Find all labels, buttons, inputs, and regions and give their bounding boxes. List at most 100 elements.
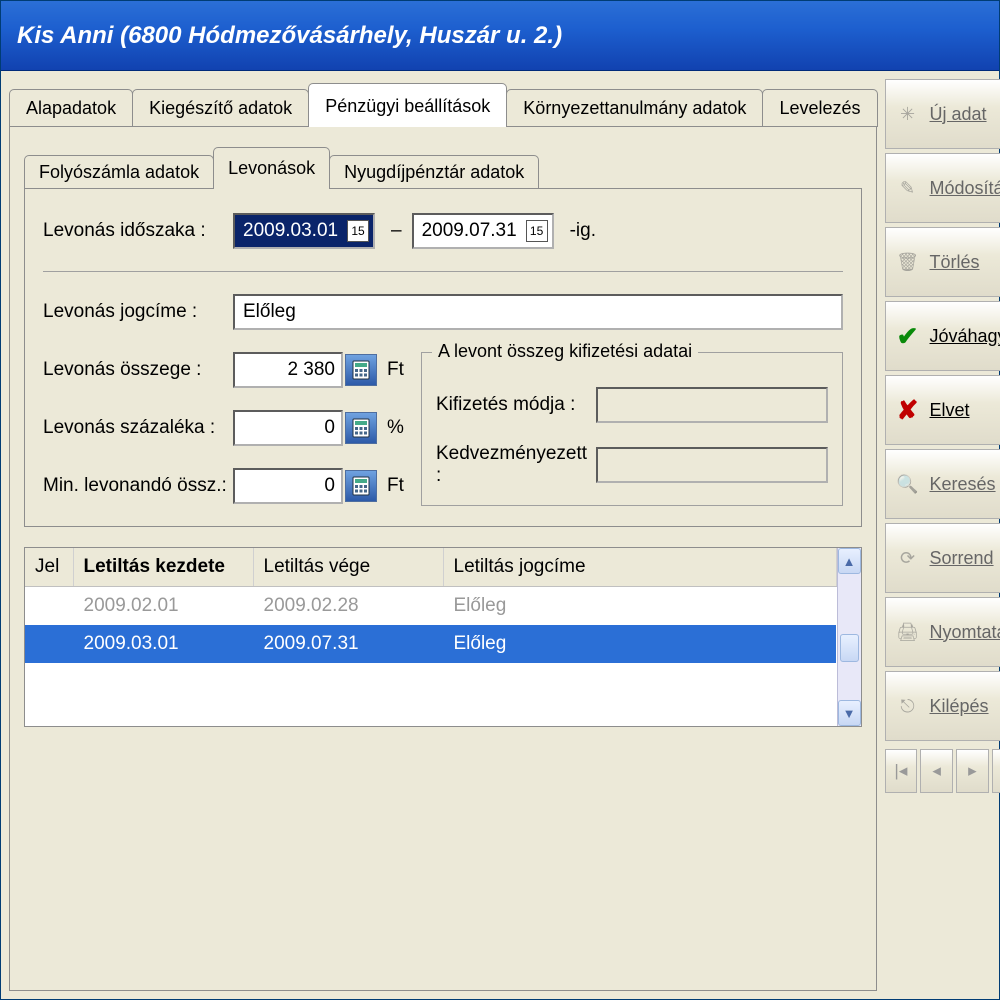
delete-button[interactable]: 🗑 Törlés: [885, 227, 1000, 297]
printer-icon: 🖨: [894, 618, 922, 646]
label-osszeg: Levonás összege :: [43, 359, 233, 381]
grid-inner: Jel Letiltás kezdete Letiltás vége Letil…: [25, 548, 837, 726]
x-icon: ✘: [894, 396, 922, 424]
tab-alapadatok[interactable]: Alapadatok: [9, 89, 133, 127]
cell-kezd: 2009.02.01: [73, 587, 253, 626]
jogcim-value: Előleg: [243, 301, 296, 323]
trash-icon: 🗑: [894, 248, 922, 276]
label-szazalek: Levonás százaléka :: [43, 417, 233, 439]
table-row[interactable]: 2009.03.01 2009.07.31 Előleg: [25, 625, 836, 663]
period-row: Levonás időszaka : 2009.03.01 15 – 2009.…: [43, 213, 843, 249]
calculator-icon[interactable]: [345, 412, 377, 444]
minlev-row: Min. levonandó össz.: Ft: [43, 468, 413, 504]
cols: Levonás összege : Ft Levonás százaléka :: [43, 352, 843, 506]
minlev-input[interactable]: [233, 468, 343, 504]
window-title: Kis Anni (6800 Hódmezővásárhely, Huszár …: [17, 22, 562, 50]
dash: –: [391, 220, 402, 242]
subtab-levonasok[interactable]: Levonások: [213, 147, 330, 189]
date-to-value: 2009.07.31: [422, 220, 520, 242]
scroll-track[interactable]: [838, 574, 861, 700]
kifmod-row: Kifizetés módja :: [436, 387, 828, 423]
separator: [43, 271, 843, 272]
cell-vege: 2009.07.31: [253, 625, 443, 663]
new-icon: ✳: [894, 100, 922, 128]
grid-header-vege[interactable]: Letiltás vége: [253, 548, 443, 587]
nav-next-button[interactable]: ▸: [956, 749, 989, 793]
table-row[interactable]: 2009.02.01 2009.02.28 Előleg: [25, 587, 836, 626]
nav-row: |◂ ◂ ▸ ▸|: [885, 749, 1000, 793]
exit-button[interactable]: ⎋ Kilépés: [885, 671, 1000, 741]
vertical-scrollbar[interactable]: ▲ ▼: [837, 548, 861, 726]
main-tab-body: Folyószámla adatok Levonások Nyugdíjpénz…: [9, 126, 877, 991]
date-to-input[interactable]: 2009.07.31 15: [412, 213, 554, 249]
osszeg-input[interactable]: [233, 352, 343, 388]
new-label: Új adat: [930, 104, 987, 125]
tab-kiegeszito[interactable]: Kiegészítő adatok: [132, 89, 309, 127]
search-label: Keresés: [930, 474, 996, 495]
scroll-up-button[interactable]: ▲: [838, 548, 861, 574]
exit-icon: ⎋: [894, 692, 922, 720]
date-from-value: 2009.03.01: [243, 220, 341, 242]
tab-kornyezet[interactable]: Környezettanulmány adatok: [506, 89, 763, 127]
client-area: Alapadatok Kiegészítő adatok Pénzügyi be…: [1, 71, 999, 999]
print-label: Nyomtatás: [930, 622, 1000, 643]
label-kifmod: Kifizetés módja :: [436, 394, 596, 416]
unit-pct: %: [387, 417, 404, 439]
jogcim-input[interactable]: Előleg: [233, 294, 843, 330]
calculator-icon[interactable]: [345, 354, 377, 386]
modify-label: Módosítás: [930, 178, 1000, 199]
fieldset-legend: A levont összeg kifizetési adatai: [432, 341, 698, 362]
exit-label: Kilépés: [930, 696, 989, 717]
scroll-down-button[interactable]: ▼: [838, 700, 861, 726]
osszeg-row: Levonás összege : Ft: [43, 352, 413, 388]
print-button[interactable]: 🖨 Nyomtatás: [885, 597, 1000, 667]
kedv-input[interactable]: [596, 447, 828, 483]
sub-tab-body: Levonás időszaka : 2009.03.01 15 – 2009.…: [24, 188, 862, 527]
subtab-nyugdij[interactable]: Nyugdíjpénztár adatok: [329, 155, 539, 189]
tab-levelezes[interactable]: Levelezés: [762, 89, 877, 127]
grid-header-kezd[interactable]: Letiltás kezdete: [73, 548, 253, 587]
label-idoszak: Levonás időszaka :: [43, 220, 233, 242]
kifizetes-fieldset: A levont összeg kifizetési adatai Kifize…: [421, 352, 843, 506]
grid-header-jel[interactable]: Jel: [25, 548, 73, 587]
subtab-folyoszamla[interactable]: Folyószámla adatok: [24, 155, 214, 189]
szazalek-input[interactable]: [233, 410, 343, 446]
reject-button[interactable]: ✘ Elvet: [885, 375, 1000, 445]
window: Kis Anni (6800 Hódmezővásárhely, Huszár …: [0, 0, 1000, 1000]
titlebar: Kis Anni (6800 Hódmezővásárhely, Huszár …: [1, 1, 999, 71]
date-from-input[interactable]: 2009.03.01 15: [233, 213, 375, 249]
jogcim-row: Levonás jogcíme : Előleg: [43, 294, 843, 330]
sidebar: ✳ Új adat ✎ Módosítás 🗑 Törlés ✔ Jóváhag…: [877, 79, 1000, 991]
unit-ft: Ft: [387, 359, 404, 381]
szazalek-row: Levonás százaléka : %: [43, 410, 413, 446]
calendar-icon[interactable]: 15: [347, 220, 369, 242]
check-icon: ✔: [894, 322, 922, 350]
nav-prev-button[interactable]: ◂: [920, 749, 953, 793]
cell-vege: 2009.02.28: [253, 587, 443, 626]
sub-tabstrip: Folyószámla adatok Levonások Nyugdíjpénz…: [24, 147, 862, 189]
search-icon: 🔍: [894, 470, 922, 498]
label-kedv: Kedvezményezett :: [436, 443, 596, 487]
new-button[interactable]: ✳ Új adat: [885, 79, 1000, 149]
order-label: Sorrend: [930, 548, 994, 569]
approve-label: Jóváhagy: [930, 326, 1000, 347]
cell-jog: Előleg: [443, 587, 836, 626]
calculator-icon[interactable]: [345, 470, 377, 502]
search-button[interactable]: 🔍 Keresés: [885, 449, 1000, 519]
calendar-icon[interactable]: 15: [526, 220, 548, 242]
modify-button[interactable]: ✎ Módosítás: [885, 153, 1000, 223]
tab-penzugyi[interactable]: Pénzügyi beállítások: [308, 83, 507, 127]
kifmod-input[interactable]: [596, 387, 828, 423]
grid-header-jog[interactable]: Letiltás jogcíme: [443, 548, 836, 587]
nav-first-button[interactable]: |◂: [885, 749, 918, 793]
cell-jel: [25, 587, 73, 626]
label-minlev: Min. levonandó össz.:: [43, 475, 233, 497]
grid-table: Jel Letiltás kezdete Letiltás vége Letil…: [25, 548, 837, 663]
nav-last-button[interactable]: ▸|: [992, 749, 1000, 793]
cell-jog: Előleg: [443, 625, 836, 663]
left-pane: Alapadatok Kiegészítő adatok Pénzügyi be…: [9, 79, 877, 991]
approve-button[interactable]: ✔ Jóváhagy: [885, 301, 1000, 371]
unit-ft: Ft: [387, 475, 404, 497]
order-button[interactable]: ⟳ Sorrend: [885, 523, 1000, 593]
scroll-thumb[interactable]: [840, 634, 859, 662]
